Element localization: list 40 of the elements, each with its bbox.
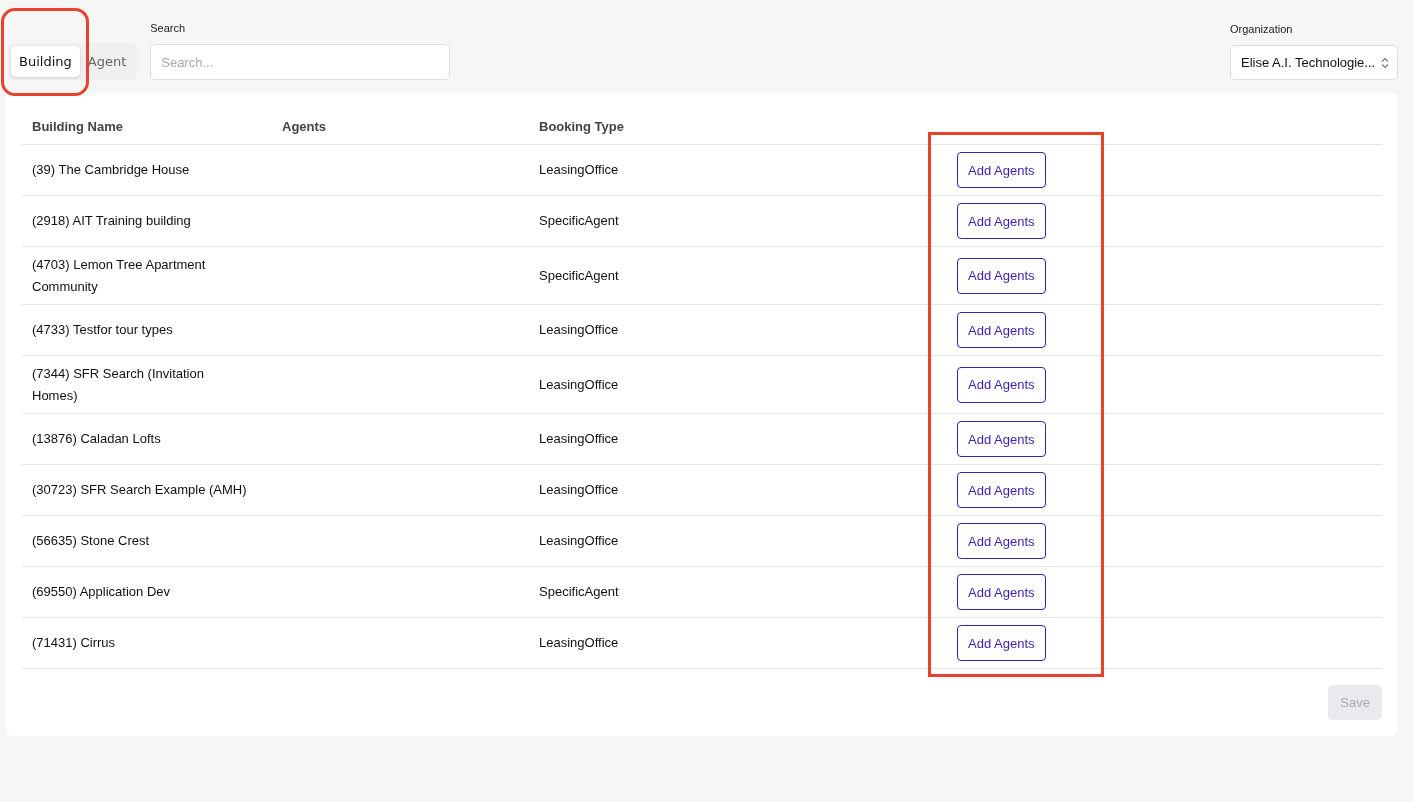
table-cell: LeasingOffice [529,617,909,669]
table-cell: SpecificAgent [529,566,909,618]
column-header: Booking Type [529,109,909,145]
table-cell: (2918) AIT Training building [22,195,272,247]
tab[interactable]: Agent [79,46,135,77]
column-header: Building Name [22,109,272,145]
table-cell: (13876) Caladan Lofts [22,413,272,465]
add-agents-button[interactable]: Add Agents [957,312,1046,348]
column-header: Agents [272,109,529,145]
add-agents-button[interactable]: Add Agents [957,472,1046,508]
table-cell: (4733) Testfor tour types [22,304,272,356]
field-label: Organization [1230,23,1294,35]
table-cell: (69550) Application Dev [22,566,272,618]
table-cell: LeasingOffice [529,413,909,465]
table-cell: (39) The Cambridge House [22,144,272,196]
add-agents-button[interactable]: Add Agents [957,625,1046,661]
table-cell: LeasingOffice [529,515,909,567]
add-agents-button[interactable]: Add Agents [957,574,1046,610]
table-cell: (4703) Lemon Tree Apartment Community [22,246,272,305]
table-cell: (7344) SFR Search (Invitation Homes) [22,355,272,414]
add-agents-button[interactable]: Add Agents [957,152,1046,188]
table-cell: SpecificAgent [529,195,909,247]
table-cell: LeasingOffice [529,464,909,516]
add-agents-button[interactable]: Add Agents [957,203,1046,239]
table-cell: LeasingOffice [529,355,909,414]
add-agents-button[interactable]: Add Agents [957,421,1046,457]
table-cell: (71431) Cirrus [22,617,272,669]
chevron-up-down-icon [1381,56,1389,69]
tab[interactable]: Building [11,46,80,77]
table-cell: (30723) SFR Search Example (AMH) [22,464,272,516]
table-cell: SpecificAgent [529,246,909,305]
field-label: Search [150,22,187,34]
search-field[interactable]: Search... [150,44,451,80]
organization-select[interactable]: Elise A.I. Technologie... [1230,45,1398,80]
table-cell: LeasingOffice [529,304,909,356]
table-cell: (56635) Stone Crest [22,515,272,567]
table-cell: LeasingOffice [529,144,909,196]
add-agents-button[interactable]: Add Agents [957,523,1046,559]
add-agents-button[interactable]: Add Agents [957,257,1046,294]
add-agents-button[interactable]: Add Agents [957,366,1046,403]
